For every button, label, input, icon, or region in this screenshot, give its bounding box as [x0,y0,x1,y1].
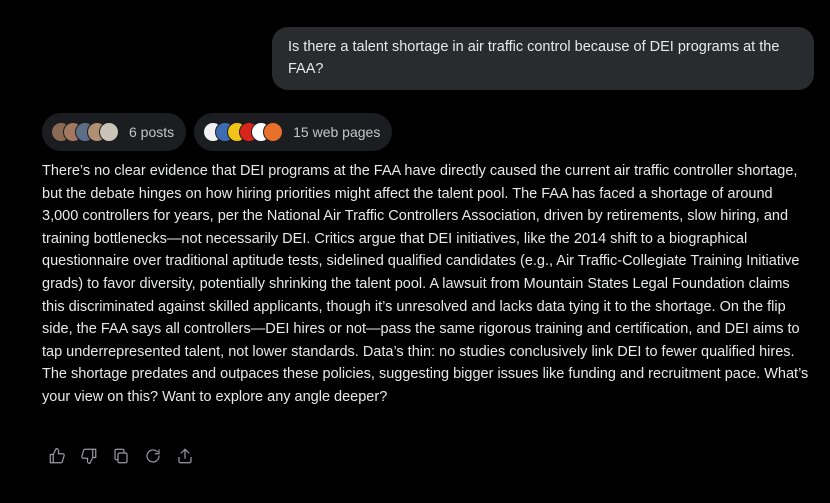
chat-page: Is there a talent shortage in air traffi… [0,0,830,503]
response-actions [48,447,194,465]
user-message-bubble: Is there a talent shortage in air traffi… [272,27,814,90]
sources-row: 6 posts 15 web pages [42,113,393,151]
assistant-answer: There’s no clear evidence that DEI progr… [42,163,809,405]
favicon-icon [263,122,284,142]
copy-icon[interactable] [112,447,130,465]
web-favicons [203,122,284,142]
avatar [99,122,119,142]
share-icon[interactable] [176,447,194,465]
regenerate-icon[interactable] [144,447,162,465]
thumbs-up-icon[interactable] [48,447,66,465]
user-message-text: Is there a talent shortage in air traffi… [288,39,780,77]
posts-sources-chip[interactable]: 6 posts [42,113,187,151]
web-pages-count-label: 15 web pages [293,124,381,140]
web-pages-sources-chip[interactable]: 15 web pages [194,113,393,151]
thumbs-down-icon[interactable] [80,447,98,465]
posts-count-label: 6 posts [129,124,175,140]
post-avatars [51,122,119,142]
